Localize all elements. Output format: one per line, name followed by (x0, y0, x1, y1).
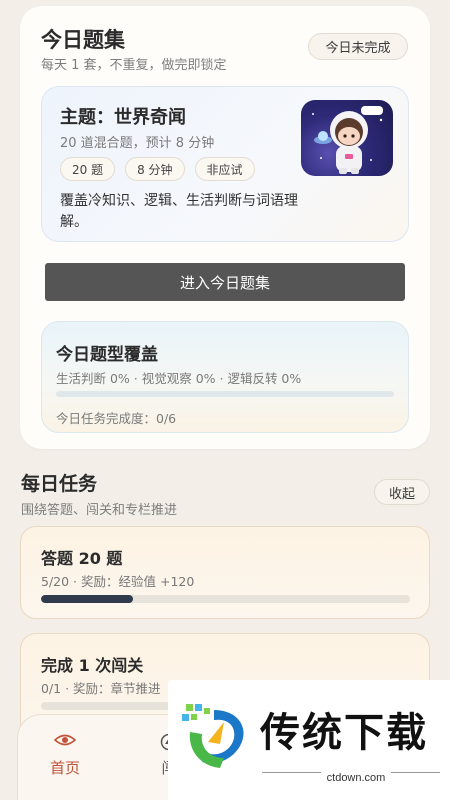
nav-label-home: 首页 (50, 759, 81, 777)
task-detail: 0/1 · 奖励：章节推进 (41, 681, 161, 696)
task-detail: 5/20 · 奖励：经验值 +120 (41, 574, 195, 589)
coverage-title: 今日题型覆盖 (56, 345, 158, 365)
watermark-logo-icon (182, 704, 244, 768)
tag-duration: 8 分钟 (125, 157, 185, 181)
task-progress-bar (41, 595, 410, 603)
eye-icon (54, 734, 76, 746)
collapse-button[interactable]: 收起 (374, 479, 430, 505)
today-status-badge[interactable]: 今日未完成 (308, 33, 408, 60)
watermark-url-row: ctdown.com (168, 766, 450, 785)
theme-description: 覆盖冷知识、逻辑、生活判断与词语理解。 (60, 193, 298, 230)
task-progress-fill (41, 595, 134, 603)
task-title: 完成 1 次闯关 (41, 656, 144, 675)
theme-card[interactable]: 主题：世界奇闻 20 道混合题，预计 8 分钟 20 题 8 分钟 非应试 覆盖… (41, 86, 409, 242)
coverage-breakdown: 生活判断 0% · 视觉观察 0% · 逻辑反转 0% (56, 371, 302, 386)
daily-title: 每日任务 (21, 473, 98, 495)
task-title: 答题 20 题 (41, 549, 123, 568)
theme-subtitle: 20 道混合题，预计 8 分钟 (60, 136, 215, 151)
theme-title: 主题：世界奇闻 (60, 107, 186, 128)
today-card: 今日题集 每天 1 套，不重复，做完即锁定 今日未完成 主题：世界奇闻 20 道… (20, 6, 430, 449)
today-title: 今日题集 (41, 28, 125, 52)
tag-questions: 20 题 (60, 157, 116, 181)
coverage-card: 今日题型覆盖 生活判断 0% · 视觉观察 0% · 逻辑反转 0% 今日任务完… (41, 321, 409, 433)
coverage-completion: 今日任务完成度：0/6 (56, 411, 177, 426)
watermark-url: ctdown.com (320, 772, 392, 784)
nav-item-home[interactable]: 首页 (50, 733, 80, 778)
task-card-answer[interactable]: 答题 20 题 5/20 · 奖励：经验值 +120 (20, 526, 430, 619)
today-subtitle: 每天 1 套，不重复，做完即锁定 (41, 58, 227, 73)
astronaut-icon (301, 100, 393, 176)
tag-type: 非应试 (194, 157, 255, 181)
watermark: 传统下载 ctdown.com (168, 680, 450, 800)
watermark-brand: 传统下载 (260, 710, 428, 756)
theme-tags: 20 题 8 分钟 非应试 (60, 157, 255, 181)
coverage-progress-bar (56, 391, 394, 397)
daily-subtitle: 围绕答题、闯关和专栏推进 (21, 503, 178, 518)
enter-today-set-button[interactable]: 进入今日题集 (45, 263, 405, 301)
